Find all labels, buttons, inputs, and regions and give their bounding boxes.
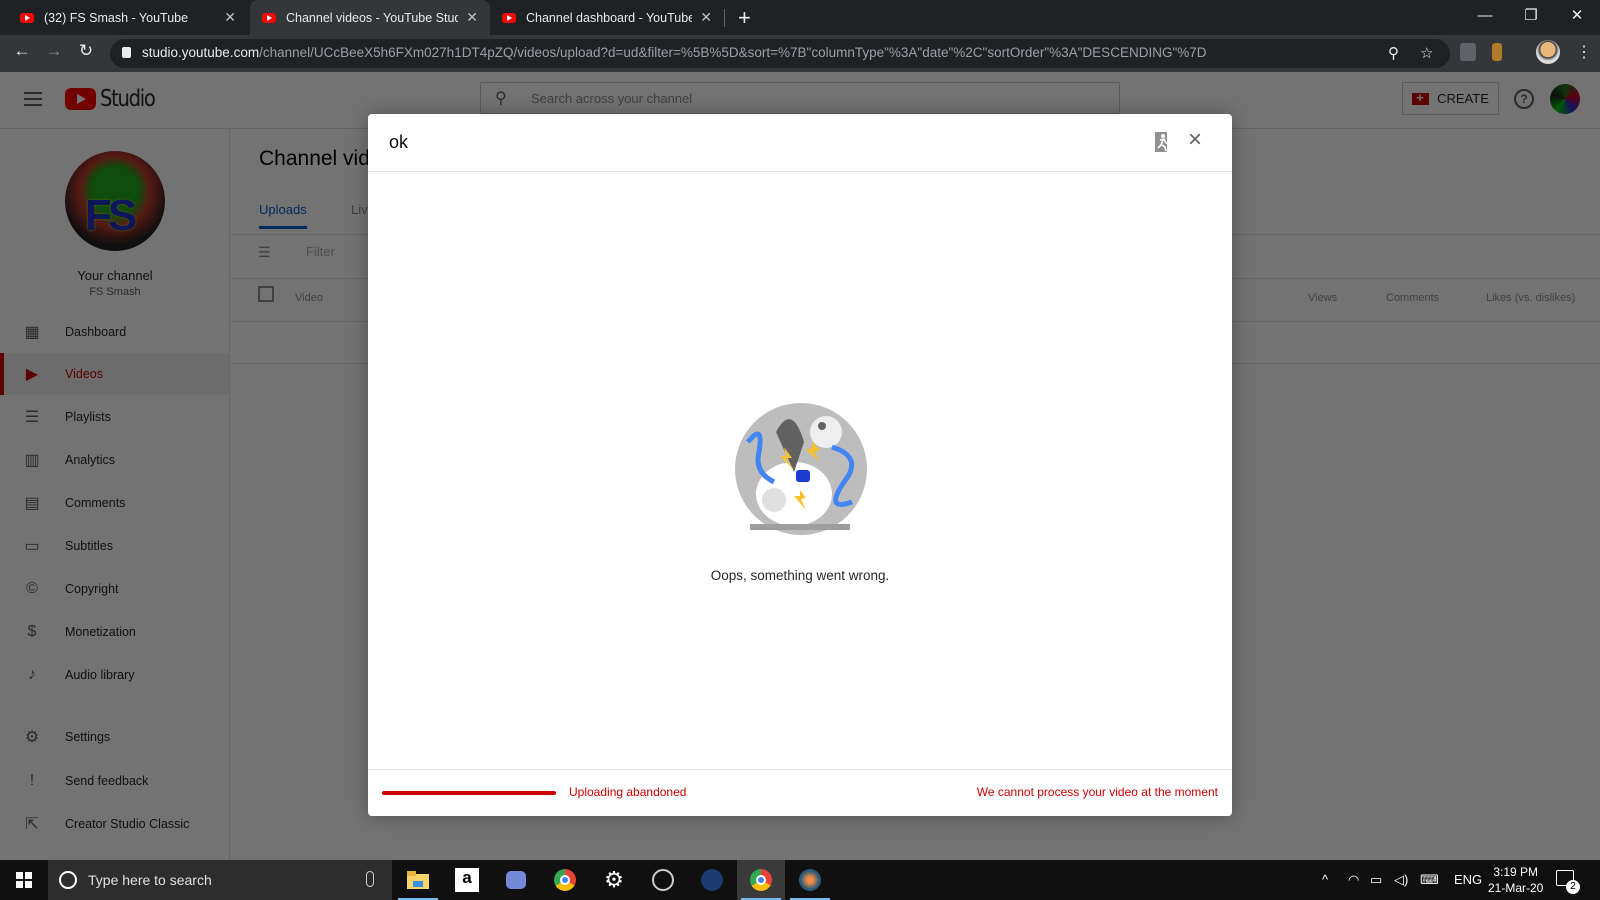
tab-label: Channel dashboard - YouTube Studio <box>526 10 693 25</box>
url-text[interactable]: studio.youtube.com/channel/UCcBeeX5h6FXm… <box>142 45 1207 60</box>
davinci-resolve-icon[interactable] <box>786 860 834 900</box>
reload-button[interactable]: ↻ <box>74 41 98 61</box>
star-icon[interactable]: ☆ <box>1420 44 1433 62</box>
amazon-icon[interactable]: a <box>443 860 491 900</box>
close-window-button[interactable]: ✕ <box>1554 0 1600 30</box>
chrome-active-icon[interactable] <box>737 860 785 900</box>
browser-tab-strip: (32) FS Smash - YouTube ✕ Channel videos… <box>0 0 1600 35</box>
browser-tab-fs-smash[interactable]: (32) FS Smash - YouTube ✕ <box>8 0 248 35</box>
close-tab-icon[interactable]: ✕ <box>700 9 712 26</box>
youtube-favicon-icon <box>502 12 516 23</box>
upload-dialog: ok × Oops, something went wrong. Uploadi… <box>368 114 1232 816</box>
youtube-favicon-icon <box>262 12 276 23</box>
windows-start-button[interactable] <box>16 872 32 888</box>
cortana-icon <box>59 871 77 889</box>
browser-menu-icon[interactable]: ⋮ <box>1576 42 1592 62</box>
dialog-footer-divider <box>368 769 1232 770</box>
clock-time: 3:19 PM <box>1493 865 1539 879</box>
dialog-header-divider <box>368 171 1232 172</box>
upload-progress-fill <box>382 791 556 795</box>
address-bar[interactable]: studio.youtube.com/channel/UCcBeeX5h6FXm… <box>110 39 1450 68</box>
lock-icon <box>122 47 131 58</box>
close-tab-icon[interactable]: ✕ <box>224 9 236 26</box>
obs-icon[interactable] <box>639 860 687 900</box>
taskbar-search[interactable]: Type here to search <box>48 860 392 900</box>
error-dog-illustration <box>735 403 867 535</box>
keyboard-icon[interactable]: ⌨ <box>1420 872 1439 888</box>
discord-icon[interactable] <box>492 860 540 900</box>
windows-taskbar: Type here to search a ⚙ ^ ◠ ▭ ◁) ⌨ ENG 3… <box>0 860 1600 900</box>
tab-label: (32) FS Smash - YouTube <box>44 10 189 25</box>
dialog-title: ok <box>389 132 409 152</box>
browser-tab-channel-videos[interactable]: Channel videos - YouTube Studio ✕ <box>250 0 490 35</box>
processing-status: We cannot process your video at the mome… <box>976 785 1218 799</box>
steam-icon[interactable] <box>688 860 736 900</box>
zoom-icon[interactable]: ⚲ <box>1388 44 1399 62</box>
extension-shield-icon[interactable] <box>1460 43 1476 61</box>
extension-figure-icon[interactable] <box>1492 43 1502 61</box>
battery-icon[interactable]: ▭ <box>1370 872 1382 888</box>
wifi-icon[interactable]: ◠ <box>1348 872 1359 888</box>
language-indicator[interactable]: ENG <box>1454 872 1482 887</box>
settings-gear-icon[interactable]: ⚙ <box>590 860 638 900</box>
chrome-icon[interactable] <box>541 860 589 900</box>
upload-progress-bar <box>382 791 556 795</box>
clock-date: 21-Mar-20 <box>1488 881 1544 895</box>
exit-icon[interactable] <box>1154 131 1172 153</box>
tab-separator <box>724 9 725 27</box>
profile-avatar[interactable] <box>1536 40 1560 64</box>
error-message: Oops, something went wrong. <box>710 568 890 583</box>
show-hidden-icons-chevron-icon[interactable]: ^ <box>1322 872 1328 887</box>
clock[interactable]: 3:19 PM 21-Mar-20 <box>1488 864 1543 896</box>
upload-status: Uploading abandoned <box>569 785 687 799</box>
forward-button[interactable]: → <box>42 41 66 61</box>
browser-tab-channel-dashboard[interactable]: Channel dashboard - YouTube Studio ✕ <box>490 0 724 35</box>
browser-toolbar: ← → ↻ studio.youtube.com/channel/UCcBeeX… <box>0 35 1600 72</box>
youtube-studio-page: Studio ⚲ Search across your channel CREA… <box>0 72 1600 860</box>
file-explorer-icon[interactable] <box>394 860 442 900</box>
restore-button[interactable]: ❐ <box>1508 0 1554 30</box>
taskbar-search-placeholder: Type here to search <box>88 872 212 888</box>
youtube-favicon-icon <box>20 12 34 23</box>
new-tab-button[interactable]: + <box>738 5 751 31</box>
close-dialog-button[interactable]: × <box>1188 126 1202 154</box>
back-button[interactable]: ← <box>10 41 34 61</box>
minimize-button[interactable]: — <box>1462 0 1508 30</box>
volume-icon[interactable]: ◁) <box>1394 872 1408 888</box>
notification-count-badge: 2 <box>1566 880 1580 894</box>
close-tab-icon[interactable]: ✕ <box>466 9 478 26</box>
tab-label: Channel videos - YouTube Studio <box>286 10 459 25</box>
microphone-icon[interactable] <box>366 871 374 887</box>
